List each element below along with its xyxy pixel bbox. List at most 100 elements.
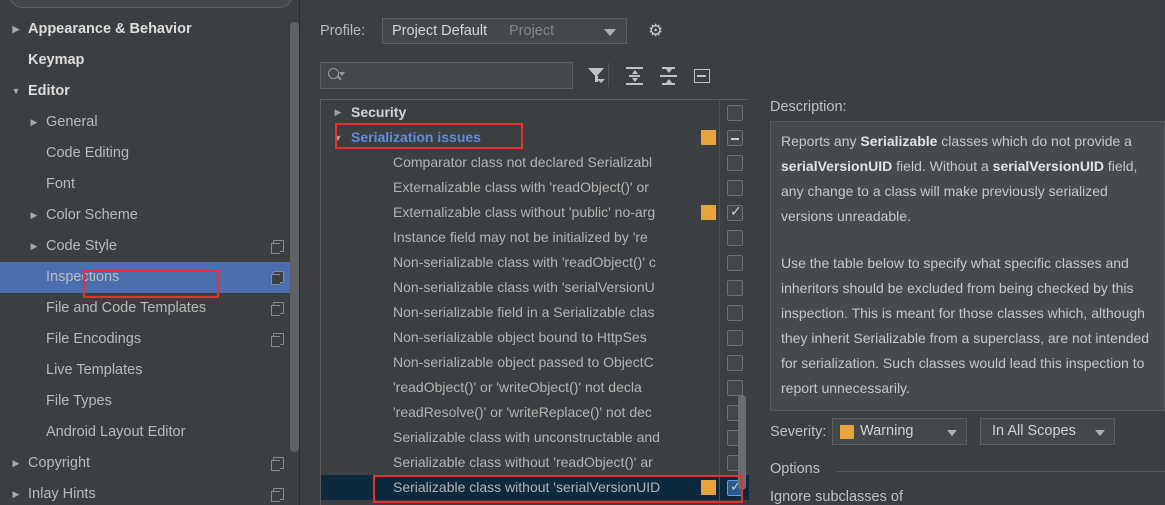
chevron-right-icon[interactable]: ▶ [28, 231, 40, 262]
sidebar-item-label: Editor [28, 83, 70, 99]
copy-settings-icon [271, 271, 284, 285]
sidebar-item-file-types[interactable]: File Types [0, 386, 300, 417]
inspection-checkbox[interactable] [727, 180, 743, 196]
sidebar-item-label: Inlay Hints [28, 486, 96, 502]
inspection-checkbox[interactable] [727, 130, 743, 146]
options-divider [836, 471, 1165, 472]
gear-icon[interactable]: ⚙ [648, 22, 666, 40]
sidebar-item-inspections[interactable]: Inspections [0, 262, 300, 293]
sidebar-search-input[interactable] [10, 0, 292, 8]
inspection-checkbox[interactable] [727, 155, 743, 171]
sidebar-item-font[interactable]: Font [0, 169, 300, 200]
tree-row[interactable]: Externalizable class without 'public' no… [321, 200, 749, 225]
inspection-checkbox[interactable] [727, 380, 743, 396]
sidebar-item-inlay-hints[interactable]: ▶ Inlay Hints [0, 479, 300, 505]
chevron-right-icon[interactable]: ▶ [10, 448, 22, 479]
tree-row[interactable]: ▶ Security [321, 100, 749, 125]
search-input[interactable] [320, 62, 573, 89]
chevron-down-icon[interactable]: ▼ [331, 125, 345, 150]
tree-row-label: Serializable class without 'readObject()… [393, 454, 653, 470]
tree-row-label: Non-serializable field in a Serializable… [393, 304, 655, 320]
severity-label: Severity: [770, 424, 827, 440]
chevron-right-icon[interactable]: ▶ [28, 107, 40, 138]
sidebar-item-general[interactable]: ▶ General [0, 107, 300, 138]
chevron-right-icon[interactable]: ▶ [28, 200, 40, 231]
sidebar-item-code-editing[interactable]: Code Editing [0, 138, 300, 169]
tree-row[interactable]: 'readObject()' or 'writeObject()' not de… [321, 375, 749, 400]
chevron-right-icon[interactable]: ▶ [10, 14, 22, 45]
tree-row[interactable]: Serializable class with unconstructable … [321, 425, 749, 450]
severity-dropdown[interactable]: Warning [832, 418, 967, 445]
inspection-checkbox[interactable] [727, 203, 743, 221]
scope-dropdown[interactable]: In All Scopes [980, 418, 1115, 445]
options-first-field-label: Ignore subclasses of [770, 489, 903, 505]
inspection-tree-rows: ▶ Security ▼ Serialization issues Comparator… [321, 100, 749, 505]
sidebar-item-file-and-code-templates[interactable]: File and Code Templates [0, 293, 300, 324]
filter-funnel-icon[interactable] [585, 64, 609, 88]
severity-value: Warning [860, 423, 914, 439]
search-icon [328, 68, 345, 83]
severity-row: Severity: Warning In All Scopes [770, 418, 1165, 448]
tree-row[interactable]: Comparator class not declared Serializab… [321, 150, 749, 175]
sidebar-item-label: Live Templates [46, 362, 143, 378]
severity-swatch [701, 130, 716, 145]
inspection-checkbox[interactable] [727, 355, 743, 371]
tree-row[interactable]: Non-serializable object bound to HttpSes [321, 325, 749, 350]
sidebar-item-label: File and Code Templates [46, 300, 207, 316]
tree-row[interactable]: Non-serializable class with 'readObject(… [321, 250, 749, 275]
description-box: Reports any Serializable classes which d… [770, 121, 1165, 411]
tree-row[interactable]: Instance field may not be initialized by… [321, 225, 749, 250]
sidebar-item-label: Color Scheme [46, 207, 138, 223]
tree-scrollbar[interactable] [738, 395, 746, 490]
sidebar-item-label: Copyright [28, 455, 91, 471]
chevron-right-icon[interactable]: ▶ [331, 100, 345, 125]
settings-dialog: ▶ Appearance & Behavior Keymap ▼ Editor ▶ Gene… [0, 0, 1165, 505]
chevron-down-icon[interactable]: ▼ [10, 76, 22, 107]
copy-settings-icon [271, 333, 284, 347]
sidebar-item-live-templates[interactable]: Live Templates [0, 355, 300, 386]
inspection-checkbox[interactable] [727, 305, 743, 321]
tree-row[interactable]: Serializable class without 'readObject()… [321, 450, 749, 475]
tree-row-label: Instance field may not be initialized by… [393, 229, 648, 245]
tree-row[interactable]: Non-serializable class with 'serialVersi… [321, 275, 749, 300]
sidebar-item-keymap[interactable]: Keymap [0, 45, 300, 76]
tree-row[interactable]: 'readResolve()' or 'writeReplace()' not … [321, 400, 749, 425]
expand-all-icon[interactable] [622, 64, 646, 88]
tree-row-label: Serialization issues [351, 129, 481, 145]
sidebar-item-code-style[interactable]: ▶ Code Style [0, 231, 300, 262]
sidebar-scrollbar[interactable] [290, 22, 299, 452]
box-minus-icon[interactable] [690, 64, 714, 88]
sidebar-item-editor[interactable]: ▼ Editor [0, 76, 300, 107]
tree-row-label: Comparator class not declared Serializab… [393, 154, 653, 170]
checkbox-column-divider [719, 100, 720, 505]
tree-row-label: Serializable class with unconstructable … [393, 429, 660, 445]
severity-color-swatch [840, 425, 854, 439]
inspection-checkbox[interactable] [727, 105, 743, 121]
inspection-checkbox[interactable] [727, 255, 743, 271]
inspection-checkbox[interactable] [727, 330, 743, 346]
toolbar-separator [608, 63, 609, 87]
description-paragraph-1: Reports any Serializable classes which d… [781, 133, 1138, 224]
collapse-all-icon[interactable] [656, 64, 680, 88]
inspection-checkbox[interactable] [727, 230, 743, 246]
tree-row[interactable]: Non-serializable field in a Serializable… [321, 300, 749, 325]
inspection-tree[interactable]: ▶ Security ▼ Serialization issues Comparator… [320, 99, 749, 505]
sidebar-item-copyright[interactable]: ▶ Copyright [0, 448, 300, 479]
sidebar-item-android-layout-editor[interactable]: Android Layout Editor [0, 417, 300, 448]
tree-row-label: Security [351, 104, 407, 120]
profile-dropdown[interactable]: Project Default Project [382, 18, 627, 44]
sidebar-item-label: Android Layout Editor [46, 424, 186, 440]
tree-row[interactable]: ▼ Serialization issues [321, 125, 749, 150]
sidebar-item-color-scheme[interactable]: ▶ Color Scheme [0, 200, 300, 231]
tree-row[interactable]: Non-serializable object passed to Object… [321, 350, 749, 375]
sidebar-item-appearance-behavior[interactable]: ▶ Appearance & Behavior [0, 14, 300, 45]
tree-row[interactable]: Serializable class without 'serialVersio… [321, 475, 749, 500]
tree-row-label: Externalizable class with 'readObject()'… [393, 179, 649, 195]
chevron-down-icon [1095, 430, 1105, 436]
sidebar-item-file-encodings[interactable]: File Encodings [0, 324, 300, 355]
chevron-right-icon[interactable]: ▶ [10, 479, 22, 505]
tree-row[interactable]: Externalizable class with 'readObject()'… [321, 175, 749, 200]
sidebar-item-label: Code Editing [46, 145, 130, 161]
inspection-checkbox[interactable] [727, 280, 743, 296]
description-label: Description: [770, 99, 847, 115]
